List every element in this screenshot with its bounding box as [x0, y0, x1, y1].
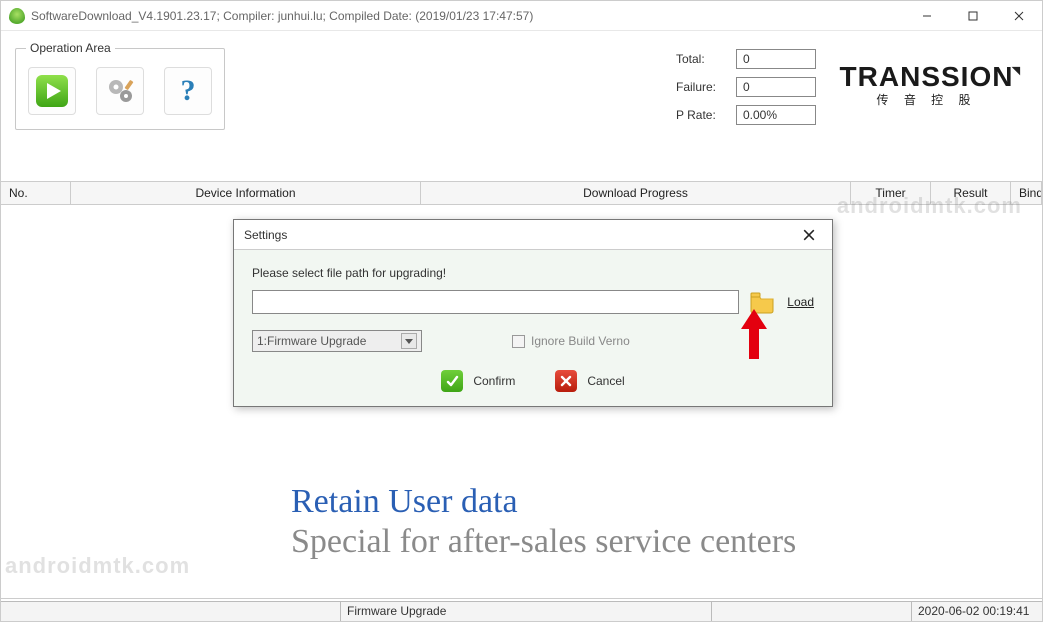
minimize-button[interactable] — [904, 1, 950, 31]
file-path-input[interactable] — [252, 290, 739, 314]
check-icon — [441, 370, 463, 392]
app-icon — [9, 8, 25, 24]
dialog-title: Settings — [244, 228, 287, 242]
dialog-titlebar: Settings — [234, 220, 832, 250]
confirm-label: Confirm — [473, 374, 515, 388]
total-label: Total: — [676, 52, 736, 66]
ignore-build-verno-label: Ignore Build Verno — [531, 334, 630, 348]
start-button[interactable] — [28, 67, 76, 115]
mode-combo[interactable]: 1:Firmware Upgrade — [252, 330, 422, 352]
settings-button[interactable] — [96, 67, 144, 115]
dialog-message: Please select file path for upgrading! — [252, 266, 814, 280]
status-bar: Firmware Upgrade 2020-06-02 00:19:41 — [1, 601, 1042, 621]
status-cell-3 — [712, 602, 912, 621]
help-button[interactable]: ? — [164, 67, 212, 115]
status-cell-1 — [1, 602, 341, 621]
banner-aftersales: Special for after-sales service centers — [291, 523, 796, 561]
status-mode: Firmware Upgrade — [341, 602, 712, 621]
folder-icon — [749, 290, 777, 314]
failure-label: Failure: — [676, 80, 736, 94]
question-icon: ? — [171, 74, 205, 108]
col-timer[interactable]: Timer — [851, 182, 931, 205]
window-titlebar: SoftwareDownload_V4.1901.23.17; Compiler… — [1, 1, 1042, 31]
col-device[interactable]: Device Information — [71, 182, 421, 205]
prate-label: P Rate: — [676, 108, 736, 122]
status-datetime: 2020-06-02 00:19:41 — [912, 602, 1042, 621]
ignore-build-verno-checkbox[interactable]: Ignore Build Verno — [512, 334, 630, 348]
close-button[interactable] — [996, 1, 1042, 31]
watermark: androidmtk.com — [5, 553, 190, 579]
browse-button[interactable] — [749, 290, 777, 314]
dialog-close-button[interactable] — [796, 222, 822, 248]
operation-area-legend: Operation Area — [26, 41, 115, 55]
svg-text:?: ? — [181, 74, 196, 107]
checkbox-icon — [512, 335, 525, 348]
table-header: No. Device Information Download Progress… — [1, 182, 1042, 205]
failure-value: 0 — [736, 77, 816, 97]
confirm-button[interactable]: Confirm — [441, 370, 515, 392]
prate-value: 0.00% — [736, 105, 816, 125]
separator — [1, 598, 1042, 599]
cancel-label: Cancel — [587, 374, 624, 388]
load-button[interactable]: Load — [787, 295, 814, 309]
stats-panel: Total: 0 Failure: 0 P Rate: 0.00% — [676, 49, 816, 125]
col-binded[interactable]: Binded — [1011, 182, 1042, 205]
mode-selected: 1:Firmware Upgrade — [257, 334, 366, 348]
col-progress[interactable]: Download Progress — [421, 182, 851, 205]
play-icon — [35, 74, 69, 108]
brand-logo: TRANSSION 传 音 控 股 — [829, 61, 1024, 108]
banner-retain: Retain User data — [291, 483, 518, 521]
top-panel: Operation Area — [1, 31, 1042, 181]
window-title: SoftwareDownload_V4.1901.23.17; Compiler… — [31, 9, 904, 23]
total-value: 0 — [736, 49, 816, 69]
cancel-button[interactable]: Cancel — [555, 370, 624, 392]
brand-main: TRANSSION — [840, 61, 1014, 93]
col-no[interactable]: No. — [1, 182, 71, 205]
operation-area-group: Operation Area — [15, 41, 225, 130]
x-icon — [555, 370, 577, 392]
settings-dialog: Settings Please select file path for upg… — [233, 219, 833, 407]
brand-sub: 传 音 控 股 — [829, 91, 1024, 108]
gears-icon — [103, 74, 137, 108]
col-result[interactable]: Result — [931, 182, 1011, 205]
maximize-button[interactable] — [950, 1, 996, 31]
close-icon — [803, 229, 815, 241]
chevron-down-icon — [401, 333, 417, 349]
